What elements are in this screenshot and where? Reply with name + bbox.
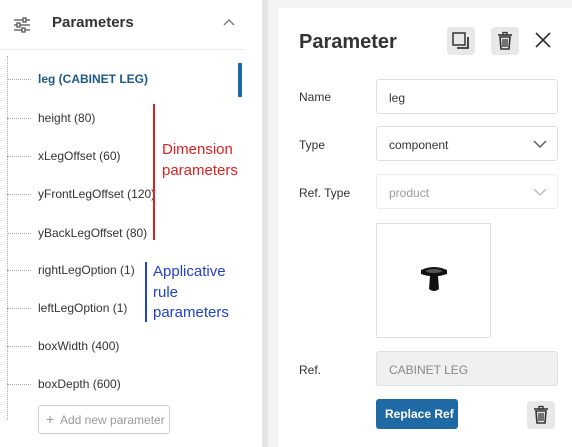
parameter-label: leftLegOption (1) (38, 301, 128, 315)
ref-type-select: product (376, 174, 558, 209)
parameter-label: leg (CABINET LEG) (38, 72, 148, 86)
parameter-label: rightLegOption (1) (38, 263, 135, 277)
active-indicator (238, 63, 242, 97)
add-parameter-button[interactable]: + Add new parameter (38, 405, 170, 434)
parameter-label: boxDepth (600) (38, 377, 121, 391)
plus-icon: + (46, 411, 55, 427)
delete-parameter-button[interactable] (491, 27, 519, 55)
type-value: component (389, 138, 449, 152)
chevron-down-icon (533, 188, 547, 196)
ref-label: Ref. (299, 363, 322, 377)
parameters-panel: Parameters leg (CABINET LEG) height (80)… (0, 0, 262, 447)
add-parameter-label: Add new parameter (60, 413, 165, 427)
applicative-annotation: Applicative rule parameters (153, 263, 229, 321)
cabinet-leg-image (421, 267, 447, 291)
name-field[interactable]: leg (376, 79, 558, 114)
chevron-down-icon (533, 140, 547, 148)
replace-ref-label: Replace Ref (385, 407, 454, 421)
remove-ref-button[interactable] (527, 401, 555, 429)
parameter-label: height (80) (38, 111, 96, 125)
parameter-label: boxWidth (400) (38, 339, 120, 353)
parameter-item-ybacklegoffset[interactable]: yBackLegOffset (80) (7, 219, 239, 249)
copy-icon (452, 32, 469, 49)
dimension-annotation: Dimension parameters (162, 141, 238, 179)
dimension-bracket (153, 104, 155, 240)
parameter-item-height[interactable]: height (80) (7, 104, 239, 134)
type-label: Type (299, 138, 326, 152)
parameter-item-boxdepth[interactable]: boxDepth (600) (7, 370, 239, 400)
sliders-icon (14, 17, 30, 33)
ref-type-label: Ref. Type (299, 186, 351, 200)
panel-title: Parameters (52, 14, 134, 31)
detail-title: Parameter (299, 31, 397, 53)
parameter-item-yfrontlegoffset[interactable]: yFrontLegOffset (120) (7, 180, 239, 210)
name-value: leg (389, 91, 406, 105)
parameter-label: yBackLegOffset (80) (38, 226, 148, 240)
ref-type-value: product (389, 186, 430, 200)
ref-value: CABINET LEG (389, 363, 469, 377)
name-label: Name (299, 90, 332, 104)
ref-field: CABINET LEG (376, 351, 558, 386)
reference-thumbnail (376, 223, 491, 338)
parameter-label: yFrontLegOffset (120) (38, 187, 156, 201)
parameter-item-boxwidth[interactable]: boxWidth (400) (7, 332, 239, 362)
chevron-up-icon[interactable] (222, 16, 236, 30)
duplicate-button[interactable] (447, 27, 475, 55)
type-select[interactable]: component (376, 126, 558, 161)
parameter-item-leg[interactable]: leg (CABINET LEG) (7, 65, 239, 95)
applicative-bracket (145, 262, 147, 322)
close-icon[interactable] (532, 29, 554, 51)
parameters-header[interactable]: Parameters (0, 0, 246, 50)
trash-icon (498, 31, 512, 50)
replace-ref-button[interactable]: Replace Ref (376, 399, 458, 429)
parameter-label: xLegOffset (60) (38, 149, 121, 163)
trash-icon (534, 405, 548, 424)
